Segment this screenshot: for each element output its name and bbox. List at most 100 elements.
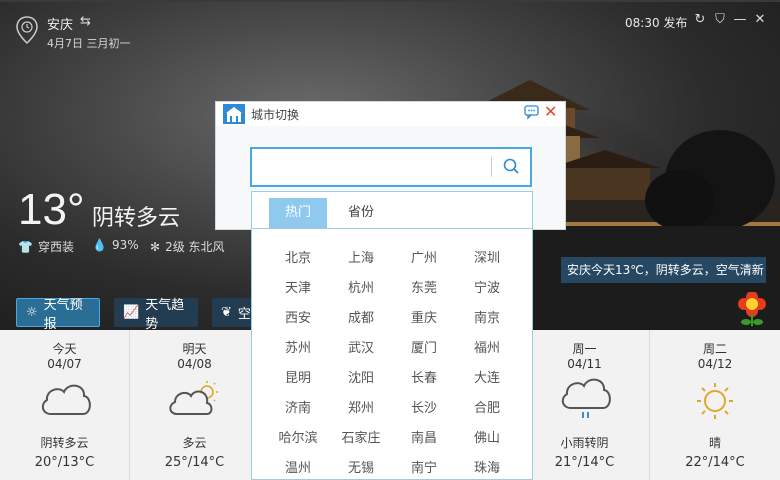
feedback-icon[interactable] (524, 104, 540, 120)
city-option[interactable]: 南宁 (394, 457, 454, 476)
city-option[interactable]: 广州 (394, 247, 454, 266)
city-option[interactable]: 大连 (457, 367, 517, 386)
chart-icon: 📈 (123, 305, 140, 320)
day-date: 04/11 (567, 357, 602, 371)
city-search-box[interactable] (250, 147, 532, 187)
city-name[interactable]: 安庆 (47, 14, 73, 33)
city-option[interactable]: 福州 (457, 337, 517, 356)
day-name: 周二 (702, 342, 727, 356)
city-search-input[interactable] (256, 153, 486, 181)
day-condition: 晴 (708, 436, 721, 450)
day-date: 04/07 (47, 357, 82, 371)
city-option[interactable]: 苏州 (268, 337, 328, 356)
day-condition: 阴转多云 (40, 436, 89, 450)
day-condition: 小雨转阴 (560, 436, 609, 450)
minimize-icon[interactable]: — (732, 12, 748, 27)
skin-icon[interactable]: ⛉ (712, 12, 728, 27)
humidity-info: 💧 93% (92, 238, 139, 252)
city-option[interactable]: 厦门 (394, 337, 454, 356)
day-date: 04/12 (697, 357, 733, 371)
day-temperature: 22°/14°C (685, 455, 745, 470)
city-option[interactable]: 昆明 (268, 367, 328, 386)
day-name: 今天 (52, 342, 77, 356)
city-option[interactable]: 长沙 (394, 397, 454, 416)
publish-time: 08:30 发布 (625, 16, 688, 30)
tab-air-label: 空 (237, 307, 251, 322)
city-option[interactable]: 重庆 (394, 307, 454, 326)
city-option[interactable]: 深圳 (457, 247, 517, 266)
partly-cloudy-icon (130, 378, 259, 428)
fan-icon: ✻ (150, 239, 161, 254)
wind-label: 2级 东北风 (165, 240, 225, 254)
current-temperature: 13° (18, 185, 85, 234)
humidity-label: 93% (111, 238, 139, 252)
current-condition: 阴转多云 (92, 206, 181, 231)
city-option[interactable]: 佛山 (457, 427, 517, 446)
city-option[interactable]: 成都 (331, 307, 391, 326)
city-option[interactable]: 合肥 (457, 397, 517, 416)
day-temperature: 21°/14°C (554, 455, 615, 470)
city-option[interactable]: 石家庄 (331, 427, 391, 446)
city-option[interactable]: 无锡 (331, 457, 391, 476)
window-top-border (0, 0, 780, 2)
city-option[interactable]: 南京 (457, 307, 517, 326)
city-list-panel: 热门 省份 北京 上海 广州 深圳天津 杭州 东莞 宁波西安 成都 重庆 南京苏州 武汉 厦门 福州昆明… (251, 191, 533, 480)
rain-icon (520, 378, 649, 428)
city-option[interactable]: 长春 (394, 367, 454, 386)
city-option[interactable]: 北京 (268, 247, 328, 266)
sun-icon (650, 378, 780, 428)
refresh-icon[interactable]: ↻ (692, 12, 708, 27)
city-option[interactable]: 南昌 (394, 427, 454, 446)
forecast-day[interactable]: 今天 04/07 阴转多云 20°/13°C (0, 330, 130, 480)
day-temperature: 25°/14°C (164, 455, 225, 470)
city-option[interactable]: 温州 (268, 457, 328, 476)
day-condition: 多云 (182, 436, 207, 450)
city-option[interactable]: 珠海 (457, 457, 517, 476)
weather-summary-toast: 安庆今天13℃，阴转多云，空气清新 (561, 257, 766, 283)
tab-air[interactable]: ❦ 空 (212, 298, 252, 327)
city-option[interactable]: 天津 (268, 277, 328, 296)
city-option[interactable]: 沈阳 (331, 367, 391, 386)
forecast-day[interactable]: 明天 04/08 多云 25°/14°C (130, 330, 260, 480)
tab-trend-label: 天气趋势 (145, 297, 185, 332)
city-option[interactable]: 郑州 (331, 397, 391, 416)
switch-city-icon[interactable]: ⇆ (80, 14, 91, 29)
city-option[interactable]: 杭州 (331, 277, 391, 296)
day-date: 04/08 (177, 357, 212, 371)
dialog-header: 城市切换 ✕ (216, 102, 565, 126)
building-icon (223, 104, 245, 124)
forecast-day[interactable]: 周一 04/11 小雨转阴 21°/14°C (520, 330, 650, 480)
sun-icon: ☼ (26, 305, 38, 320)
city-option[interactable]: 西安 (268, 307, 328, 326)
city-option[interactable]: 上海 (331, 247, 391, 266)
forecast-day[interactable]: 周二 04/12 晴 22°/14°C (650, 330, 780, 480)
close-window-icon[interactable]: ✕ (752, 12, 768, 27)
city-option[interactable]: 武汉 (331, 337, 391, 356)
dialog-title: 城市切换 (251, 108, 300, 122)
date-label: 4月7日 三月初一 (47, 37, 131, 50)
tab-trend[interactable]: 📈 天气趋势 (114, 298, 198, 332)
tab-province[interactable]: 省份 (332, 198, 390, 228)
clothing-label: 穿西装 (37, 240, 74, 254)
city-option[interactable]: 济南 (268, 397, 328, 416)
leaf-icon: ❦ (221, 305, 232, 320)
city-tabs: 热门 省份 (252, 192, 532, 229)
wind-info: ✻ 2级 东北风 (150, 238, 225, 255)
tab-forecast[interactable]: ☼ 天气预报 (16, 298, 100, 332)
city-option[interactable]: 哈尔滨 (268, 427, 328, 446)
search-icon[interactable] (502, 157, 520, 175)
drop-icon: 💧 (92, 238, 107, 252)
flower-mascot-icon[interactable] (734, 292, 770, 328)
location-clock-icon (16, 16, 38, 44)
search-divider (491, 157, 492, 177)
day-name: 周一 (572, 342, 597, 356)
cloud-icon (0, 378, 129, 428)
city-option[interactable]: 东莞 (394, 277, 454, 296)
day-name: 明天 (182, 342, 207, 356)
tab-hot[interactable]: 热门 (269, 198, 327, 228)
city-option[interactable]: 宁波 (457, 277, 517, 296)
tab-forecast-label: 天气预报 (43, 297, 83, 332)
clothing-index: 👕 穿西装 (18, 238, 74, 255)
close-icon[interactable]: ✕ (544, 102, 557, 121)
day-temperature: 20°/13°C (34, 455, 95, 470)
